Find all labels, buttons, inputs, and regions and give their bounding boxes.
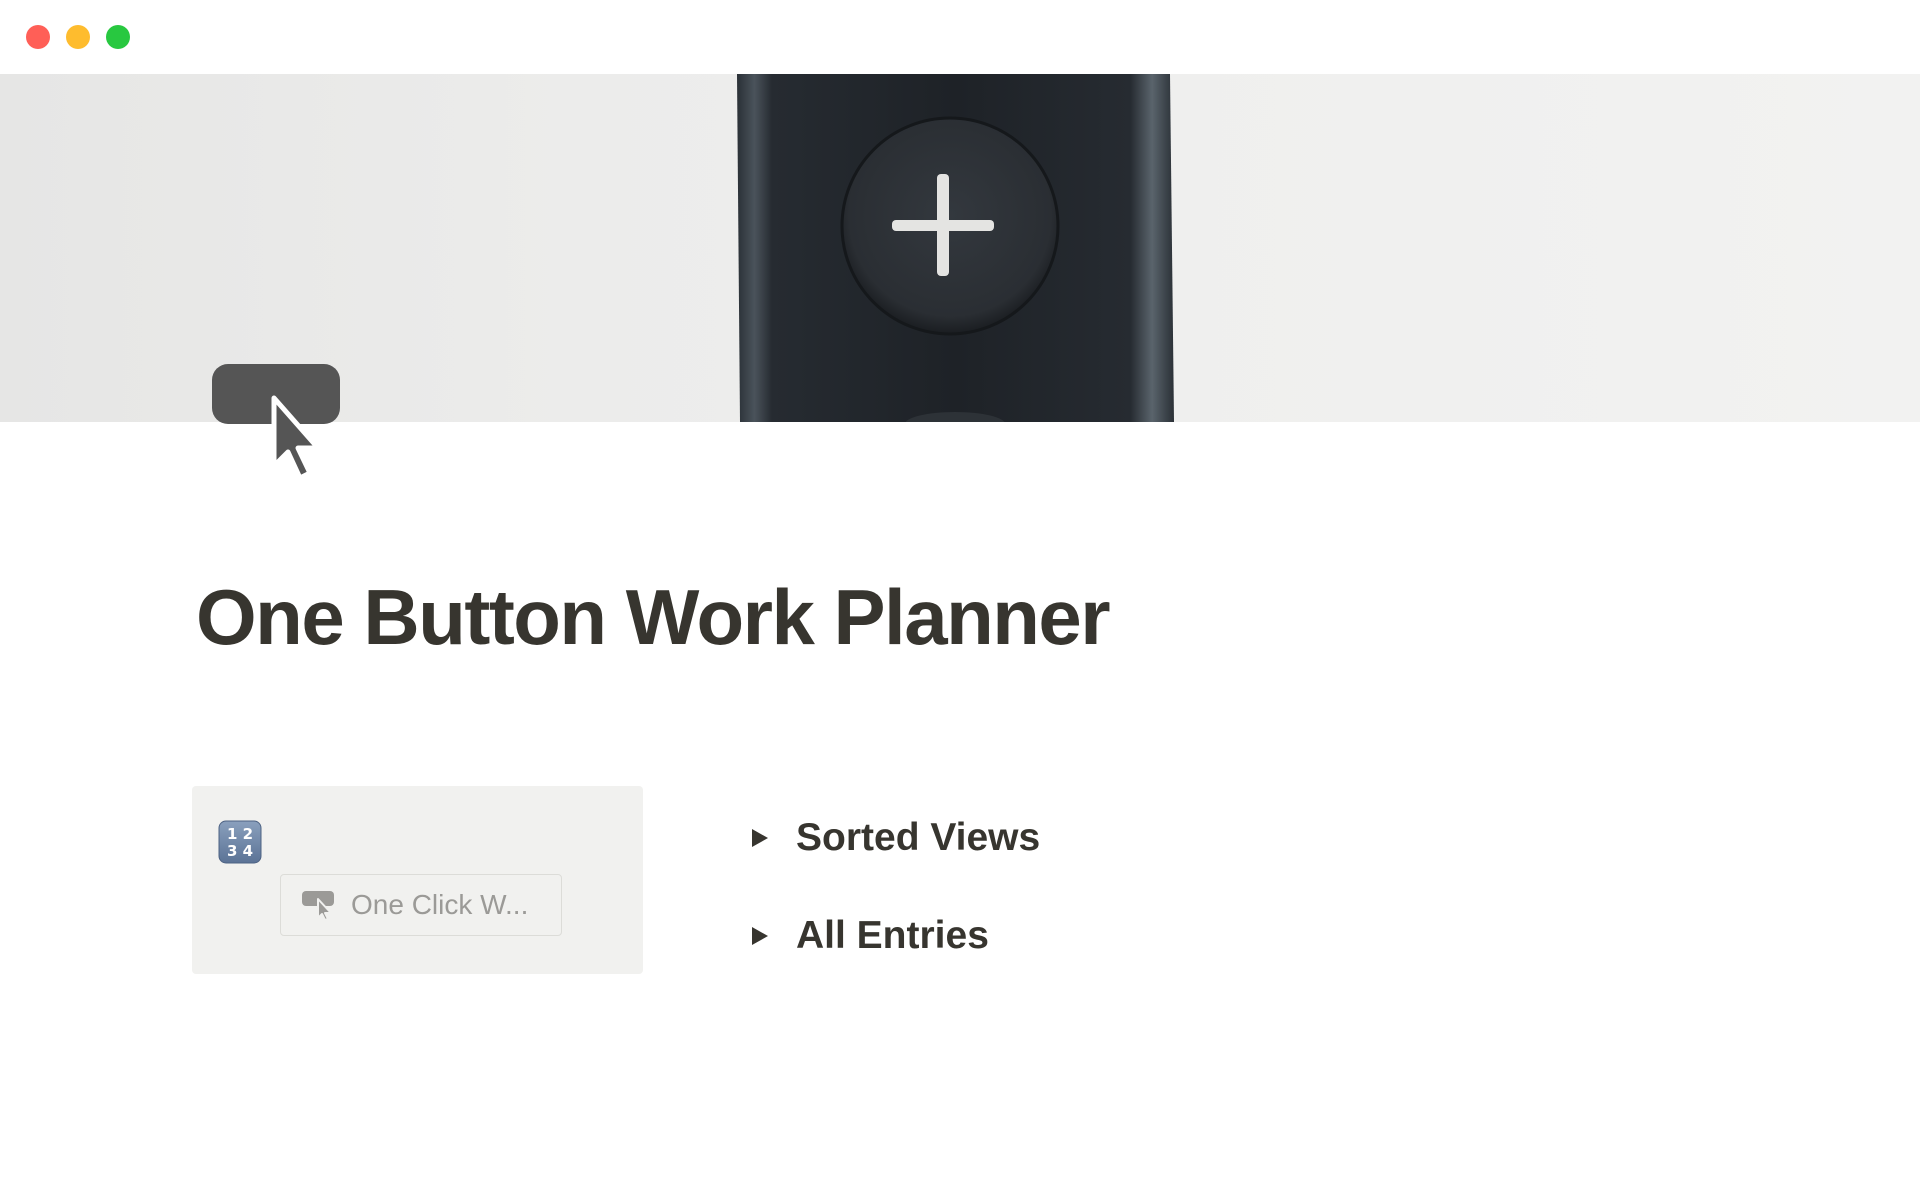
toggle-label: All Entries bbox=[796, 914, 989, 957]
toggle-all-entries[interactable]: All Entries bbox=[746, 914, 989, 958]
triangle-right-icon[interactable] bbox=[746, 922, 774, 950]
svg-text:3 4: 3 4 bbox=[227, 842, 253, 860]
input-numbers-icon[interactable]: 1 2 3 4 bbox=[218, 820, 262, 864]
toggle-label: Sorted Views bbox=[796, 816, 1041, 859]
page-title[interactable]: One Button Work Planner bbox=[196, 572, 1111, 663]
zoom-window-button[interactable] bbox=[106, 25, 130, 49]
triangle-right-icon[interactable] bbox=[746, 824, 774, 852]
template-button[interactable]: One Click W... bbox=[280, 874, 562, 936]
minimize-window-button[interactable] bbox=[66, 25, 90, 49]
cursor-click-icon bbox=[301, 890, 337, 921]
app-window: One Button Work Planner 1 2 3 4 One Clic… bbox=[0, 0, 1920, 1200]
close-window-button[interactable] bbox=[26, 25, 50, 49]
title-bar bbox=[0, 0, 1920, 74]
cursor-click-icon[interactable] bbox=[210, 362, 342, 482]
svg-text:1 2: 1 2 bbox=[227, 825, 253, 843]
toggle-sorted-views[interactable]: Sorted Views bbox=[746, 816, 1040, 860]
template-button-label: One Click W... bbox=[351, 889, 529, 920]
callout-block: 1 2 3 4 One Click W... bbox=[192, 786, 643, 974]
